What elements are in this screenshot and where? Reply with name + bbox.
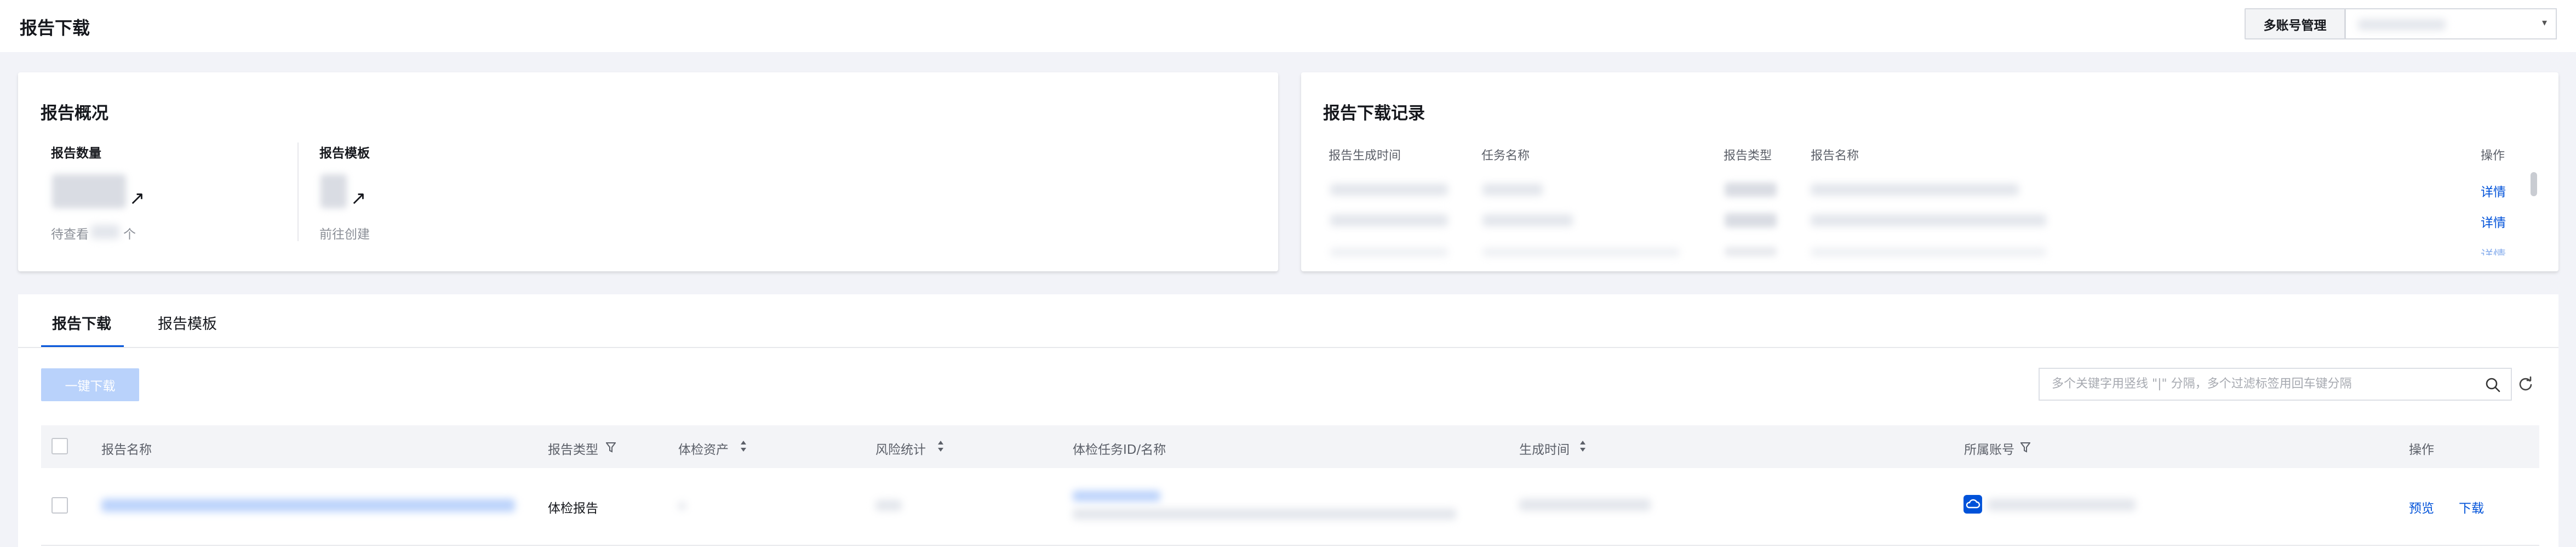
record-detail-link[interactable]: 详情 [2481,181,2506,200]
row-checked-assets [678,502,686,510]
multi-account-button[interactable]: 多账号管理 [2245,8,2345,39]
record-task [1482,248,1680,257]
col-generated-time: 生成时间 [1519,443,1570,457]
row-account-name [1988,499,2136,511]
record-time [1330,248,1448,257]
records-scrollbar[interactable] [2531,172,2537,196]
template-label: 报告模板 [319,146,370,161]
tab-report-download[interactable]: 报告下载 [52,312,111,333]
tabs-divider [18,347,2558,348]
records-col-task: 任务名称 [1481,149,1530,163]
overview-divider [297,143,299,241]
pending-suffix: 个 [123,227,136,242]
records-title: 报告下载记录 [1323,104,1425,123]
record-type [1725,213,1777,227]
account-select[interactable]: ▾ [2345,8,2557,39]
record-task [1482,214,1573,226]
record-detail-link[interactable]: 详情 [2481,212,2506,231]
record-time [1330,184,1448,196]
filter-icon[interactable] [2020,442,2030,453]
preview-link[interactable]: 预览 [2409,498,2434,516]
select-all-checkbox[interactable] [51,438,68,454]
row-report-type: 体检报告 [548,502,598,516]
records-col-action: 操作 [2481,149,2505,163]
search-icon[interactable] [2485,377,2501,393]
report-count-label: 报告数量 [51,146,101,161]
arrow-up-right-icon[interactable]: ↗ [351,187,367,209]
record-time [1330,214,1448,226]
cloud-account-icon [1964,495,1982,514]
download-records-card [1301,72,2558,271]
go-create-link[interactable]: 前往创建 [319,224,370,242]
search-box[interactable] [2039,368,2512,401]
cloud-icon [1966,499,1980,509]
row-task-id[interactable] [1073,491,1160,502]
record-name [1811,184,2019,196]
tab-report-template[interactable]: 报告模板 [158,312,217,333]
col-report-name: 报告名称 [101,443,152,457]
col-action: 操作 [2409,443,2434,457]
overview-card [18,72,1278,271]
sort-icon[interactable] [937,440,944,453]
record-type [1725,247,1777,257]
records-col-name: 报告名称 [1811,149,1859,163]
row-task-name [1073,509,1456,520]
col-checked-assets: 体检资产 [678,443,729,457]
batch-download-button[interactable]: 一键下载 [41,368,139,401]
pending-count [91,225,119,239]
template-count-value[interactable] [320,174,347,208]
download-link[interactable]: 下载 [2459,498,2484,516]
table-header [41,425,2539,468]
sort-icon[interactable] [740,440,747,453]
row-checkbox[interactable] [51,497,68,514]
record-task [1482,184,1543,196]
filter-icon[interactable] [606,442,616,453]
search-input[interactable] [2051,377,2469,391]
row-risk-stats [875,500,902,511]
record-detail-link[interactable]: 详情 [2481,244,2506,255]
record-name [1811,248,2046,257]
account-select-value [2358,19,2446,30]
col-account: 所属账号 [1964,443,2014,457]
row-report-name[interactable] [101,499,515,512]
row-generated-time [1519,499,1651,511]
report-count-value[interactable] [52,174,126,208]
sort-icon[interactable] [1579,440,1587,453]
col-risk-stats: 风险统计 [875,443,926,457]
refresh-icon[interactable] [2517,376,2534,392]
chevron-down-icon: ▾ [2541,17,2547,29]
arrow-up-right-icon[interactable]: ↗ [129,187,145,209]
records-col-time: 报告生成时间 [1329,149,1401,163]
col-task-id-name: 体检任务ID/名称 [1073,443,1166,457]
col-report-type: 报告类型 [548,443,598,457]
page-title: 报告下载 [20,18,90,38]
overview-title: 报告概况 [41,104,108,123]
top-bar [0,0,2576,52]
records-col-type: 报告类型 [1724,149,1772,163]
record-name [1811,214,2046,226]
record-type [1725,183,1777,197]
pending-prefix: 待查看 [51,227,89,242]
